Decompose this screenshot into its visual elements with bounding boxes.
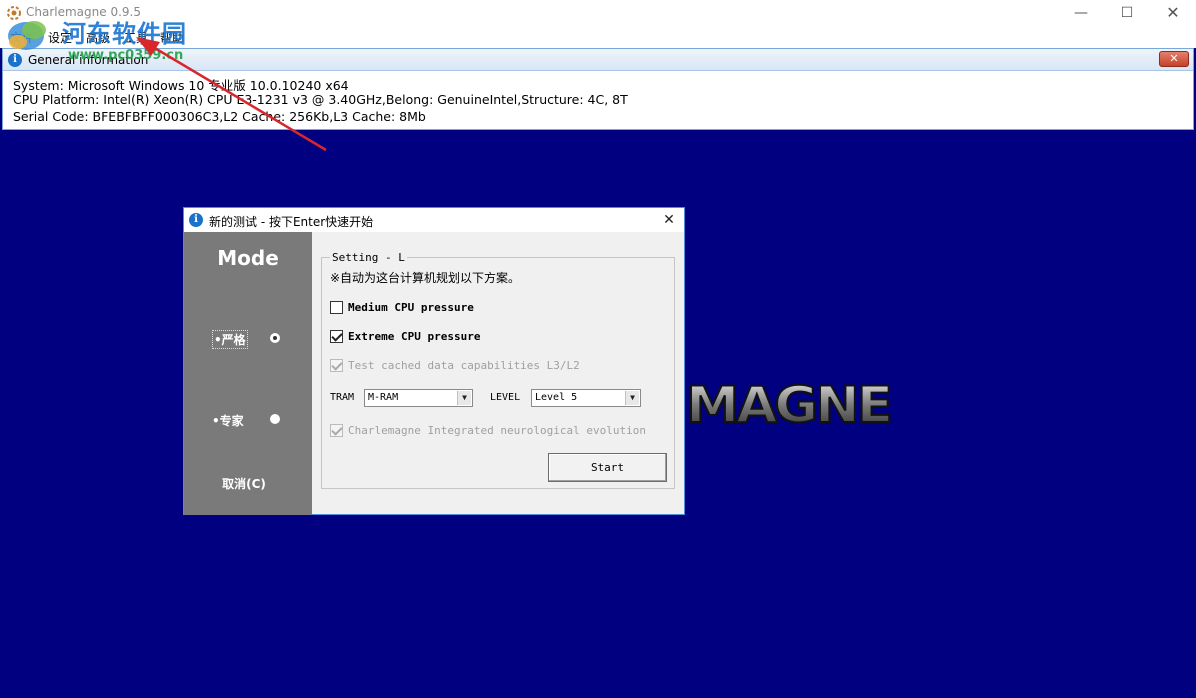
checkbox-box[interactable] [330,301,343,314]
dialog-title: 新的测试 - 按下Enter快速开始 [209,215,374,229]
tram-label: TRAM [330,392,355,403]
minimize-button[interactable]: — [1058,2,1104,24]
mode-title: Mode [217,246,279,270]
checkbox-label: Test cached data capabilities L3/L2 [348,359,580,372]
start-button[interactable]: Start [548,453,667,482]
charlemagne-logo: MAGNE [685,375,894,435]
mode-strict-radio[interactable] [270,333,280,343]
tram-select[interactable]: M-RAM ▼ [364,389,473,407]
dialog-title-bar: i 新的测试 - 按下Enter快速开始 ✕ [184,208,684,232]
serial-code-info: Serial Code: BFEBFBFF000306C3,L2 Cache: … [13,109,426,124]
chevron-down-icon[interactable]: ▼ [625,391,639,405]
mode-expert-label[interactable]: •专家 [212,412,244,429]
general-info-close-button[interactable]: ✕ [1159,51,1189,67]
level-label: LEVEL [490,392,521,403]
watermark-logo-icon [8,21,46,50]
checkbox-box[interactable] [330,330,343,343]
dialog-close-button[interactable]: ✕ [658,210,680,230]
watermark-url: www.pc0359.cn [68,48,184,63]
checkbox-label: Extreme CPU pressure [348,330,481,343]
watermark-text: 河东软件园 [62,19,187,48]
checkbox-label: Charlemagne Integrated neurological evol… [348,424,647,437]
checkbox-box [330,359,343,372]
tram-select-value: M-RAM [368,392,399,403]
checkbox-box [330,424,343,437]
cpu-platform-info: CPU Platform: Intel(R) Xeon(R) CPU E3-12… [13,92,628,107]
mode-expert-radio[interactable] [270,414,280,424]
new-test-dialog: i 新的测试 - 按下Enter快速开始 ✕ Mode •严格 •专家 取消(C… [183,207,685,515]
settings-legend: Setting - L [330,251,407,264]
chevron-down-icon[interactable]: ▼ [457,391,471,405]
auto-plan-note: ※自动为这台计算机规划以下方案。 [330,271,521,285]
maximize-button[interactable]: ☐ [1104,2,1150,24]
info-icon: i [189,213,203,227]
checkbox-label: Medium CPU pressure [348,301,474,314]
charlemagne-logo-text: MAGNE [686,376,890,434]
level-select[interactable]: Level 5 ▼ [531,389,641,407]
info-icon: i [8,53,22,67]
mode-strict-label[interactable]: •严格 [212,330,248,349]
level-select-value: Level 5 [535,392,578,403]
cancel-button[interactable]: 取消(C) [184,475,304,492]
close-button[interactable]: ✕ [1150,2,1196,24]
mode-panel: Mode •严格 •专家 取消(C) [184,232,312,515]
